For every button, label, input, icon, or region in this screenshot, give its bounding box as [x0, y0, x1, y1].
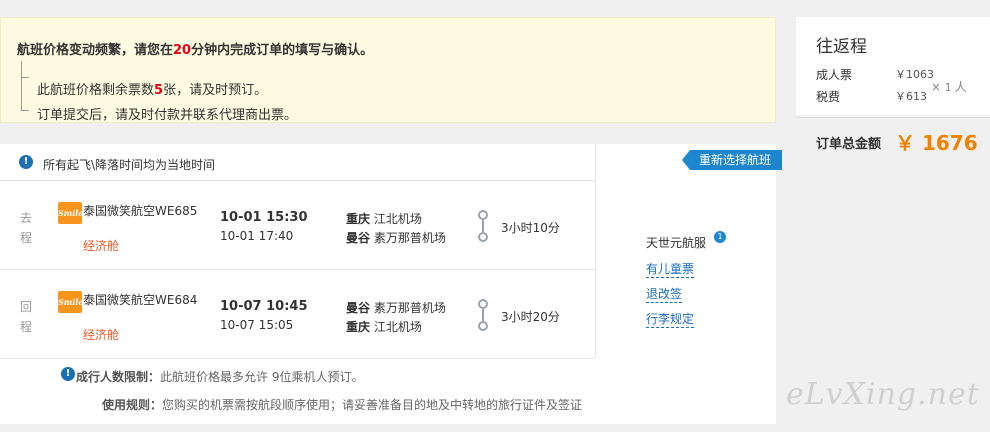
- order-total: 订单总金额 ￥ 1676: [796, 117, 990, 163]
- child-ticket-link[interactable]: 有儿童票: [646, 262, 695, 278]
- refund-change-link[interactable]: 退改签: [646, 287, 683, 303]
- arrival-airport: 曼谷 素万那普机场: [346, 231, 446, 245]
- arrival-airport: 重庆 江北机场: [346, 320, 422, 334]
- info-icon: !: [19, 155, 33, 169]
- cabin-class: 经济舱: [83, 328, 120, 342]
- agent-name: 天世元航服: [646, 236, 707, 250]
- flight-segment-outbound: 去程 Smile 泰国微笑航空WE685 经济舱 10-01 15:30 10-…: [0, 182, 595, 270]
- cabin-class: 经济舱: [83, 239, 120, 253]
- passenger-limit: 成行人数限制：此航班价格最多允许 9位乘机人预订。: [76, 370, 364, 384]
- info-icon: !: [61, 367, 75, 381]
- booking-limits: ! 成行人数限制：此航班价格最多允许 9位乘机人预订。 使用规则：您购买的机票需…: [0, 358, 776, 424]
- flight-panel: ! 所有起飞\降落时间均为当地时间 重新选择航班 去程 Smile 泰国微笑航空…: [0, 144, 782, 424]
- price-notice: 航班价格变动频繁，请您在20分钟内完成订单的填写与确认。 此航班价格剩余票数5张…: [0, 17, 776, 123]
- tax-amount: ￥613: [895, 90, 927, 103]
- notice-payment: 订单提交后，请及时付款并联系代理商出票。: [37, 108, 298, 123]
- watermark: eLvXing.net: [786, 377, 980, 412]
- panel-header: ! 所有起飞\降落时间均为当地时间: [0, 144, 595, 181]
- flight-segment-return: 回程 Smile 泰国微笑航空WE684 经济舱 10-07 10:45 10-…: [0, 271, 595, 359]
- remaining-count: 5: [154, 83, 164, 98]
- departure-time: 10-01 15:30: [220, 210, 308, 225]
- segment-tag: 去程: [20, 211, 33, 245]
- passenger-multiplier: × 1人: [931, 80, 967, 94]
- total-amount: ￥ 1676: [895, 131, 978, 155]
- airline-flight-number: 泰国微笑航空WE685: [83, 204, 198, 218]
- airline-logo-icon: Smile: [58, 291, 83, 313]
- segment-tag: 回程: [20, 300, 33, 334]
- reselect-flight-button[interactable]: 重新选择航班: [682, 150, 782, 170]
- total-label: 订单总金额: [816, 137, 882, 152]
- tax-row: 税费 ￥613: [816, 90, 927, 104]
- airline-logo-icon: Smile: [58, 202, 83, 224]
- departure-airport: 曼谷 素万那普机场: [346, 301, 446, 315]
- route-icon: [477, 210, 489, 242]
- notice-tree-lines: [21, 61, 29, 111]
- baggage-rules-link[interactable]: 行李规定: [646, 312, 695, 328]
- notice-title: 航班价格变动频繁，请您在20分钟内完成订单的填写与确认。: [17, 43, 374, 58]
- airline-flight-number: 泰国微笑航空WE684: [83, 293, 198, 307]
- route-icon: [477, 299, 489, 331]
- column-divider: [595, 144, 596, 358]
- adult-fare-row: 成人票 ￥1063: [816, 68, 934, 82]
- notice-minutes: 20: [173, 43, 192, 58]
- local-time-note: 所有起飞\降落时间均为当地时间: [43, 158, 216, 172]
- departure-time: 10-07 10:45: [220, 299, 308, 314]
- arrival-time: 10-01 17:40: [220, 229, 294, 243]
- agent-badge-icon[interactable]: 1: [714, 231, 726, 243]
- trip-type-title: 往返程: [816, 37, 867, 57]
- price-summary: 往返程 成人票 ￥1063 税费 ￥613 × 1人: [796, 17, 990, 115]
- departure-airport: 重庆 江北机场: [346, 212, 422, 226]
- flight-duration: 3小时20分: [501, 310, 560, 324]
- usage-rules: 使用规则：您购买的机票需按航段顺序使用；请妥善准备目的地及中转地的旅行证件及签证: [102, 398, 583, 412]
- notice-remaining-tickets: 此航班价格剩余票数5张，请及时预订。: [37, 83, 268, 98]
- flight-duration: 3小时10分: [501, 221, 560, 235]
- arrival-time: 10-07 15:05: [220, 318, 294, 332]
- adult-fare: ￥1063: [895, 68, 934, 81]
